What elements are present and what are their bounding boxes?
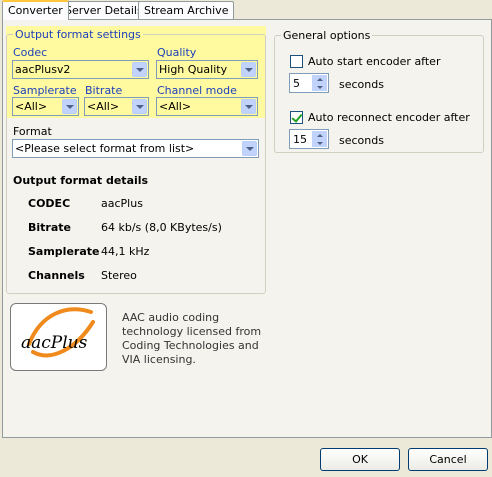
license-line-3: Coding Technologies and <box>122 339 259 352</box>
auto-start-checkbox[interactable] <box>290 55 303 68</box>
bitrate-value: <All> <box>87 100 120 113</box>
details-value-bitrate: 64 kb/s (8,0 KBytes/s) <box>101 221 222 234</box>
quality-select[interactable]: High Quality <box>156 60 258 79</box>
chevron-down-icon[interactable] <box>132 99 147 114</box>
samplerate-label: Samplerate <box>13 84 77 97</box>
spin-up-icon[interactable] <box>312 75 327 83</box>
aacplus-logo: aacPlus <box>10 303 107 371</box>
channel-mode-value: <All> <box>159 100 192 113</box>
channel-mode-select[interactable]: <All> <box>156 97 258 116</box>
auto-reconnect-seconds-value: 15 <box>293 133 307 146</box>
details-key-codec: CODEC <box>28 197 71 210</box>
tab-server-details-label: Server Details <box>65 4 143 17</box>
tab-stream-archive-label: Stream Archive <box>144 4 229 17</box>
chevron-down-icon[interactable] <box>62 99 77 114</box>
ok-button-label: OK <box>352 453 368 466</box>
spinner-buttons <box>312 131 327 147</box>
details-key-samplerate: Samplerate <box>28 245 100 258</box>
license-line-2: technology licensed from <box>122 325 262 338</box>
auto-start-seconds-value: 5 <box>293 77 300 90</box>
chevron-down-icon[interactable] <box>241 62 256 77</box>
quality-label: Quality <box>157 46 197 59</box>
ok-button[interactable]: OK <box>320 448 400 471</box>
details-title: Output format details <box>13 174 149 187</box>
auto-reconnect-checkbox[interactable] <box>290 111 303 124</box>
chevron-down-icon[interactable] <box>242 141 257 156</box>
codec-value: aacPlusv2 <box>15 63 71 76</box>
spin-up-icon[interactable] <box>312 131 327 139</box>
auto-reconnect-label: Auto reconnect encoder after <box>308 111 470 124</box>
samplerate-value: <All> <box>15 100 48 113</box>
license-line-1: AAC audio coding <box>122 311 220 324</box>
spin-down-icon[interactable] <box>312 139 327 147</box>
auto-start-label: Auto start encoder after <box>308 55 441 68</box>
details-value-samplerate: 44,1 kHz <box>101 245 150 258</box>
details-value-codec: aacPlus <box>101 197 143 210</box>
tab-converter[interactable]: Converter <box>2 0 69 20</box>
aacplus-logo-icon: aacPlus <box>21 307 95 358</box>
codec-select[interactable]: aacPlusv2 <box>12 60 149 79</box>
license-line-4: VIA licensing. <box>122 353 196 366</box>
spin-down-icon[interactable] <box>312 83 327 91</box>
details-key-channels: Channels <box>28 269 85 282</box>
format-select[interactable]: <Please select format from list> <box>12 139 259 158</box>
spinner-buttons <box>312 75 327 91</box>
format-value: <Please select format from list> <box>15 142 195 155</box>
details-value-channels: Stereo <box>101 269 137 282</box>
tab-stream-archive[interactable]: Stream Archive <box>138 1 235 20</box>
cancel-button-label: Cancel <box>429 453 467 466</box>
chevron-down-icon[interactable] <box>132 62 147 77</box>
cancel-button[interactable]: Cancel <box>408 448 488 471</box>
aacplus-logo-text: aacPlus <box>21 333 88 353</box>
general-options-legend: General options <box>281 29 373 42</box>
details-key-bitrate: Bitrate <box>28 221 71 234</box>
chevron-down-icon[interactable] <box>241 99 256 114</box>
channel-mode-label: Channel mode <box>157 84 237 97</box>
auto-start-seconds-spinner[interactable]: 5 <box>289 73 329 93</box>
auto-reconnect-seconds-spinner[interactable]: 15 <box>289 129 329 149</box>
bitrate-label: Bitrate <box>85 84 123 97</box>
tab-server-details[interactable]: Server Details <box>59 1 149 20</box>
auto-start-seconds-label: seconds <box>339 78 384 91</box>
samplerate-select[interactable]: <All> <box>12 97 79 116</box>
quality-value: High Quality <box>159 63 228 76</box>
format-label: Format <box>13 125 52 138</box>
auto-reconnect-seconds-label: seconds <box>339 134 384 147</box>
bitrate-select[interactable]: <All> <box>84 97 149 116</box>
codec-label: Codec <box>13 46 48 59</box>
tab-converter-label: Converter <box>8 4 63 17</box>
output-settings-legend: Output format settings <box>13 28 143 41</box>
